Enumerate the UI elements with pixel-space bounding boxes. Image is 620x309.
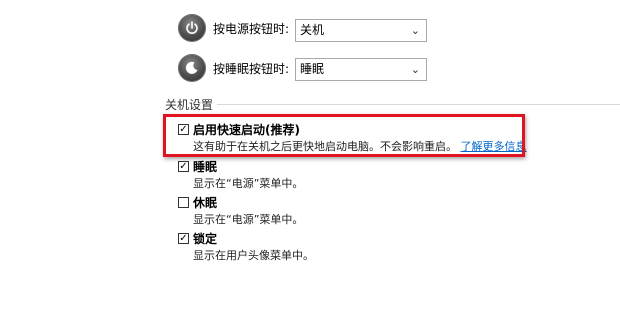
fast-startup-checkbox[interactable]: ✓ xyxy=(178,124,189,135)
sleep-button-value: 睡眠 xyxy=(300,62,325,76)
lock-option-label[interactable]: 锁定 xyxy=(193,230,217,247)
sleep-checkbox[interactable]: ✓ xyxy=(178,161,189,172)
power-button-value: 关机 xyxy=(300,23,325,37)
sleep-button-row: 按睡眠按钮时: xyxy=(178,54,297,82)
lock-checkbox[interactable]: ✓ xyxy=(178,233,189,244)
learn-more-link[interactable]: 了解更多信息 xyxy=(461,140,527,153)
fast-startup-desc-text: 这有助于在关机之后更快地启动电脑。不会影响重启。 xyxy=(193,140,457,153)
chevron-down-icon: ⌄ xyxy=(410,63,420,76)
power-button-select[interactable]: 关机 ⌄ xyxy=(295,19,427,42)
fast-startup-label[interactable]: 启用快速启动(推荐) xyxy=(193,121,300,138)
lock-option-desc: 显示在用户头像菜单中。 xyxy=(193,249,314,262)
sleep-button-label: 按睡眠按钮时: xyxy=(213,61,290,76)
chevron-down-icon: ⌄ xyxy=(410,24,420,37)
checkmark-icon: ✓ xyxy=(179,232,188,244)
hibernate-option-label[interactable]: 休眠 xyxy=(193,194,217,211)
checkmark-icon: ✓ xyxy=(179,123,188,135)
section-divider xyxy=(215,104,620,105)
power-icon xyxy=(178,14,206,42)
sleep-icon xyxy=(178,54,206,82)
sleep-option-desc: 显示在“电源”菜单中。 xyxy=(193,177,304,190)
hibernate-checkbox[interactable] xyxy=(178,197,189,208)
power-button-row: 按电源按钮时: xyxy=(178,14,297,42)
sleep-option-label[interactable]: 睡眠 xyxy=(193,158,217,175)
hibernate-option-desc: 显示在“电源”菜单中。 xyxy=(193,213,304,226)
sleep-button-select[interactable]: 睡眠 ⌄ xyxy=(295,58,427,81)
power-button-label: 按电源按钮时: xyxy=(213,21,290,36)
fast-startup-desc: 这有助于在关机之后更快地启动电脑。不会影响重启。 了解更多信息 xyxy=(193,138,527,154)
section-title: 关机设置 xyxy=(165,96,218,113)
checkmark-icon: ✓ xyxy=(179,160,188,172)
